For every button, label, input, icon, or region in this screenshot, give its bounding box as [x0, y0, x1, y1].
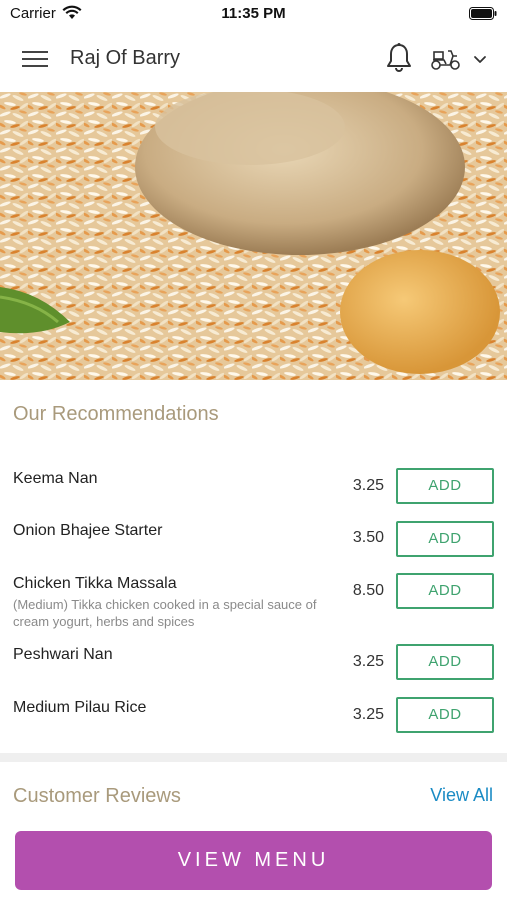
item-name: Peshwari Nan: [13, 646, 113, 663]
add-button[interactable]: ADD: [396, 573, 494, 609]
section-divider: [0, 753, 507, 762]
add-button[interactable]: ADD: [396, 644, 494, 680]
add-button[interactable]: ADD: [396, 521, 494, 557]
item-price: 3.50: [352, 529, 384, 546]
item-price: 3.25: [352, 653, 384, 670]
item-name: Onion Bhajee Starter: [13, 522, 163, 539]
add-button[interactable]: ADD: [396, 697, 494, 733]
item-price: 3.25: [352, 706, 384, 723]
bell-icon[interactable]: [385, 42, 413, 74]
add-button[interactable]: ADD: [396, 468, 494, 504]
delivery-scooter-icon[interactable]: [430, 47, 462, 71]
status-bar: Carrier 11:35 PM: [0, 0, 507, 28]
item-name: Chicken Tikka Massala: [13, 575, 177, 592]
chevron-down-icon[interactable]: [472, 53, 488, 65]
app-title: Raj Of Barry: [70, 47, 181, 69]
status-time: 11:35 PM: [221, 5, 286, 22]
item-price: 8.50: [352, 582, 384, 599]
hero-food-image: [0, 92, 507, 380]
hamburger-menu-icon[interactable]: [22, 48, 48, 70]
view-menu-button[interactable]: VIEW MENU: [15, 831, 492, 890]
item-description: (Medium) Tikka chicken cooked in a speci…: [13, 597, 317, 629]
battery-icon: [469, 7, 497, 20]
item-name: Medium Pilau Rice: [13, 699, 147, 716]
item-price: 3.25: [352, 477, 384, 494]
recommendations-title: Our Recommendations: [13, 403, 219, 425]
app-header: Raj Of Barry: [0, 28, 507, 92]
item-name: Keema Nan: [13, 470, 98, 487]
customer-reviews-title: Customer Reviews: [13, 785, 181, 807]
view-all-link[interactable]: View All: [430, 785, 493, 806]
